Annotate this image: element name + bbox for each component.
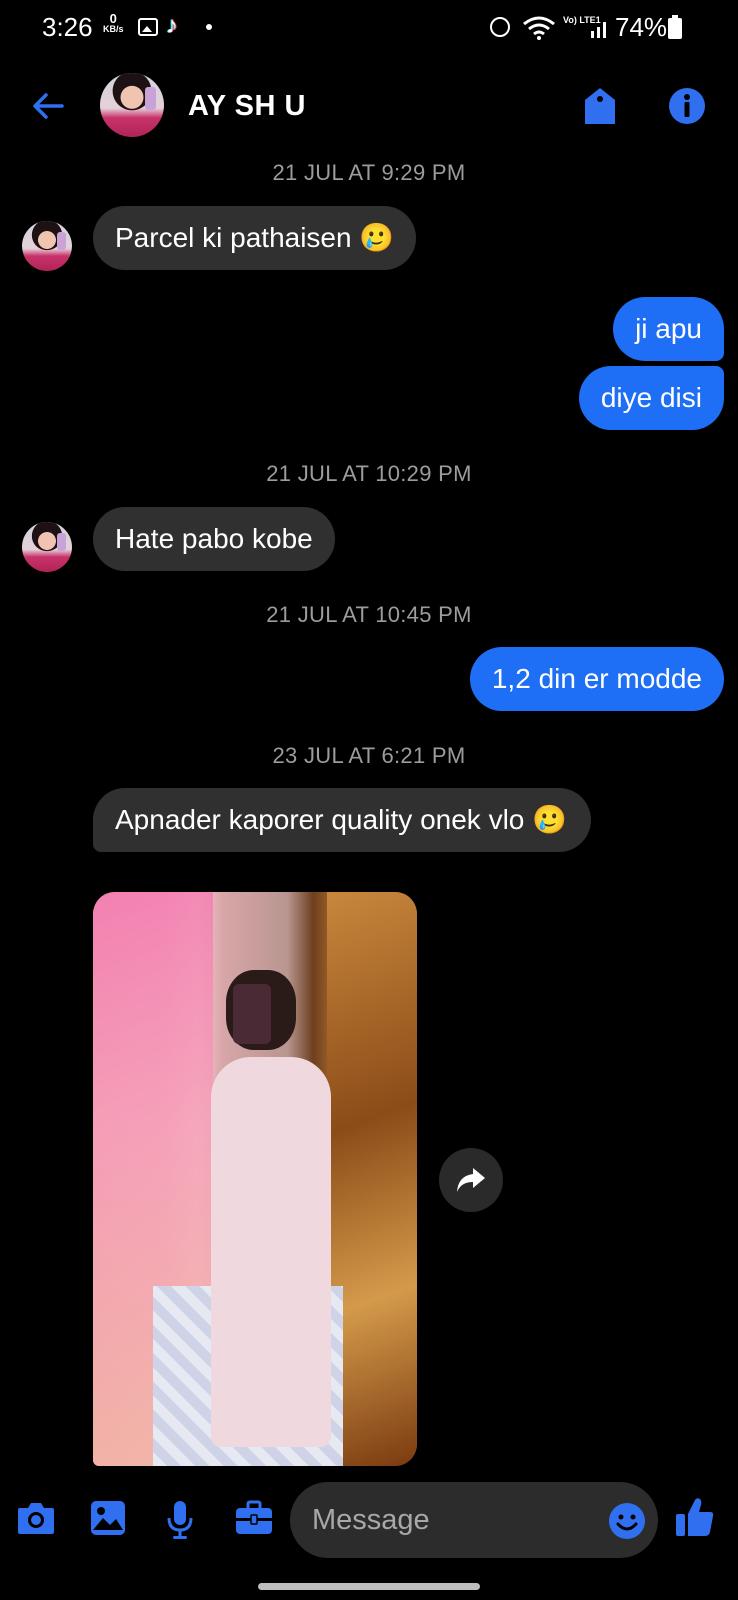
gallery-icon[interactable] <box>90 1500 126 1536</box>
timestamp: 23 JUL AT 6:21 PM <box>272 743 466 768</box>
incoming-message[interactable]: Hate pabo kobe <box>93 507 335 571</box>
message-text: ji apu <box>635 313 702 344</box>
contact-name[interactable]: AY SH U <box>188 90 306 123</box>
back-arrow-icon[interactable] <box>30 88 66 124</box>
net-speed-value: 0 <box>109 11 117 26</box>
photo-attachment[interactable] <box>93 892 417 1466</box>
contact-avatar[interactable] <box>100 73 164 137</box>
message-text: Hate pabo kobe <box>115 523 313 554</box>
forward-button[interactable] <box>439 1148 503 1212</box>
tiktok-notification-icon: ♪ <box>166 12 178 39</box>
message-input[interactable] <box>290 1482 658 1558</box>
message-text: 1,2 din er modde <box>491 663 702 694</box>
outgoing-message[interactable]: diye disi <box>578 366 724 430</box>
alarm-icon <box>490 17 510 37</box>
message-text: diye disi <box>600 382 702 413</box>
emoji-picker-icon[interactable] <box>608 1502 646 1540</box>
camera-icon[interactable] <box>16 1500 56 1536</box>
home-indicator[interactable] <box>258 1583 480 1590</box>
sad-smile-emoji-icon: 🥲 <box>532 803 568 836</box>
tag-icon[interactable] <box>583 86 617 126</box>
battery-icon <box>668 15 682 39</box>
timestamp: 21 JUL AT 10:29 PM <box>266 461 472 486</box>
outgoing-message[interactable]: 1,2 din er modde <box>469 647 724 711</box>
like-thumbs-up-icon[interactable] <box>675 1496 715 1538</box>
sender-avatar[interactable] <box>22 522 72 572</box>
status-time: 3:26 <box>42 12 93 42</box>
net-speed-indicator: 0 KB/s <box>103 11 124 34</box>
incoming-message[interactable]: Parcel ki pathaisen 🥲 <box>93 206 417 270</box>
forward-arrow-icon <box>457 1168 485 1192</box>
status-bar: 3:26 0 KB/s ♪ Vo) LTE1 74% <box>0 0 738 56</box>
sad-smile-emoji-icon: 🥲 <box>359 221 395 254</box>
wifi-icon <box>523 16 555 40</box>
message-text: Parcel ki pathaisen <box>115 222 352 253</box>
incoming-message[interactable]: Apnader kaporer quality onek vlo 🥲 <box>93 788 591 852</box>
signal-icon <box>591 22 606 38</box>
outgoing-message[interactable]: ji apu <box>613 297 724 361</box>
battery-percent: 74% <box>615 12 668 42</box>
chat-header: AY SH U <box>0 70 738 140</box>
timestamp: 21 JUL AT 9:29 PM <box>272 160 466 185</box>
more-notifications-dot-icon <box>206 24 212 30</box>
message-text: Apnader kaporer quality onek vlo <box>115 804 525 835</box>
timestamp: 21 JUL AT 10:45 PM <box>266 602 472 627</box>
gallery-notification-icon <box>138 18 158 36</box>
net-speed-unit: KB/s <box>103 24 124 34</box>
info-icon[interactable] <box>668 87 706 125</box>
sender-avatar[interactable] <box>22 221 72 271</box>
microphone-icon[interactable] <box>166 1500 194 1540</box>
briefcase-icon[interactable] <box>234 1500 274 1536</box>
message-composer <box>0 1478 738 1568</box>
